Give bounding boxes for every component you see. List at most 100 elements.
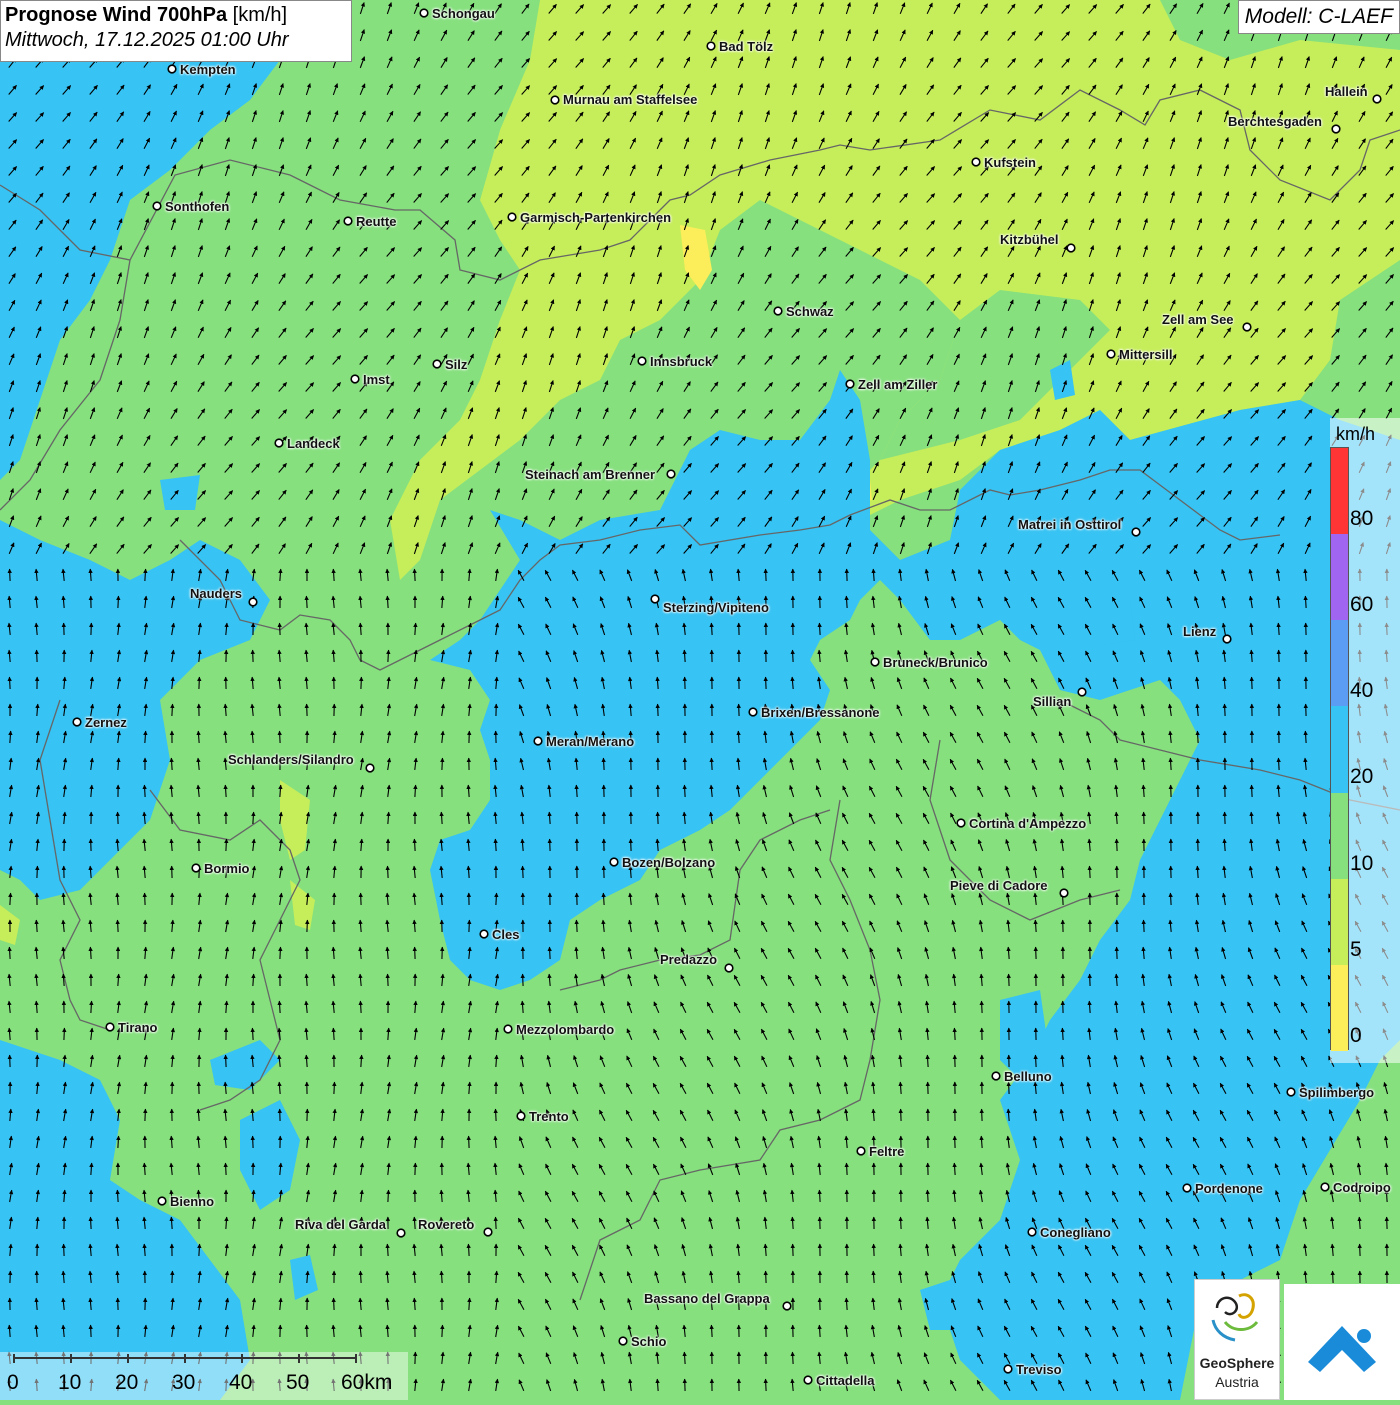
app-logo[interactable] [1284,1284,1400,1400]
city-label[interactable]: Pieve di Cadore [950,878,1048,893]
city-marker[interactable] [667,470,675,478]
city-marker[interactable] [517,1112,525,1120]
city-label[interactable]: Meran/Merano [546,734,634,749]
city-label[interactable]: Steinach am Brenner [525,467,655,482]
city-marker[interactable] [153,202,161,210]
city-label[interactable]: Bozen/Bolzano [622,855,715,870]
city-marker[interactable] [1004,1365,1012,1373]
city-label[interactable]: Mezzolombardo [516,1022,614,1037]
city-marker[interactable] [192,864,200,872]
city-label[interactable]: Kufstein [984,155,1036,170]
city-marker[interactable] [749,708,757,716]
city-label[interactable]: Nauders [190,586,242,601]
city-marker[interactable] [249,598,257,606]
city-label[interactable]: Bienno [170,1194,214,1209]
city-label[interactable]: Murnau am Staffelsee [563,92,697,107]
city-marker[interactable] [846,380,854,388]
city-marker[interactable] [871,658,879,666]
city-label[interactable]: Zernez [85,715,127,730]
city-marker[interactable] [1223,635,1231,643]
city-label[interactable]: Trento [529,1109,569,1124]
city-marker[interactable] [484,1228,492,1236]
city-marker[interactable] [1078,688,1086,696]
city-marker[interactable] [957,819,965,827]
city-label[interactable]: Brixen/Bressanone [761,705,880,720]
city-label[interactable]: Bruneck/Brunico [883,655,988,670]
city-marker[interactable] [73,718,81,726]
city-marker[interactable] [1243,323,1251,331]
city-marker[interactable] [1028,1228,1036,1236]
city-label[interactable]: Silz [445,357,467,372]
city-marker[interactable] [783,1302,791,1310]
city-marker[interactable] [1067,244,1075,252]
city-marker[interactable] [158,1197,166,1205]
city-marker[interactable] [638,357,646,365]
city-label[interactable]: Hallein [1325,84,1368,99]
city-label[interactable]: Sterzing/Vipiteno [663,600,769,615]
city-marker[interactable] [551,96,559,104]
city-label[interactable]: Kitzbühel [1000,232,1059,247]
city-label[interactable]: Pordenone [1195,1181,1263,1196]
city-label[interactable]: Treviso [1016,1362,1062,1377]
city-marker[interactable] [1107,350,1115,358]
city-label[interactable]: Mittersill [1119,347,1172,362]
city-label[interactable]: Rovereto [418,1217,474,1232]
city-marker[interactable] [972,158,980,166]
city-label[interactable]: Imst [363,372,390,387]
city-marker[interactable] [344,217,352,225]
city-label[interactable]: Bassano del Grappa [644,1291,770,1306]
city-label[interactable]: Matrei in Osttirol [1018,517,1121,532]
city-marker[interactable] [433,360,441,368]
city-label[interactable]: Codroipo [1333,1180,1391,1195]
city-label[interactable]: Feltre [869,1144,904,1159]
city-label[interactable]: Cortina d'Ampezzo [969,816,1086,831]
city-label[interactable]: Kempten [180,62,236,77]
city-label[interactable]: Predazzo [660,952,717,967]
city-marker[interactable] [774,307,782,315]
city-marker[interactable] [1373,95,1381,103]
city-marker[interactable] [707,42,715,50]
city-label[interactable]: Landeck [287,436,340,451]
city-marker[interactable] [275,439,283,447]
city-label[interactable]: Belluno [1004,1069,1052,1084]
city-label[interactable]: Schlanders/Silandro [228,752,354,767]
city-label[interactable]: Riva del Garda [295,1217,386,1232]
city-marker[interactable] [1332,125,1340,133]
city-label[interactable]: Sillian [1033,694,1071,709]
city-label[interactable]: Sonthofen [165,199,229,214]
city-marker[interactable] [1321,1183,1329,1191]
city-label[interactable]: Zell am See [1162,312,1234,327]
city-marker[interactable] [397,1229,405,1237]
city-marker[interactable] [534,737,542,745]
city-marker[interactable] [857,1147,865,1155]
city-marker[interactable] [1287,1088,1295,1096]
city-marker[interactable] [366,764,374,772]
city-marker[interactable] [1183,1184,1191,1192]
city-marker[interactable] [992,1072,1000,1080]
city-marker[interactable] [725,964,733,972]
city-label[interactable]: Tirano [118,1020,158,1035]
city-marker[interactable] [619,1337,627,1345]
city-label[interactable]: Schio [631,1334,666,1349]
city-label[interactable]: Cles [492,927,519,942]
city-marker[interactable] [804,1376,812,1384]
city-label[interactable]: Spilimbergo [1299,1085,1374,1100]
city-label[interactable]: Cittadella [816,1373,875,1388]
city-marker[interactable] [1132,528,1140,536]
city-marker[interactable] [1060,889,1068,897]
city-marker[interactable] [651,595,659,603]
city-marker[interactable] [351,375,359,383]
city-label[interactable]: Reutte [356,214,396,229]
city-label[interactable]: Zell am Ziller [858,377,937,392]
city-marker[interactable] [504,1025,512,1033]
city-label[interactable]: Bormio [204,861,250,876]
city-marker[interactable] [106,1023,114,1031]
city-marker[interactable] [420,9,428,17]
city-marker[interactable] [508,213,516,221]
city-label[interactable]: Schongau [432,6,495,21]
city-label[interactable]: Conegliano [1040,1225,1111,1240]
city-label[interactable]: Schwaz [786,304,834,319]
city-label[interactable]: Berchtesgaden [1228,114,1322,129]
city-marker[interactable] [480,930,488,938]
city-label[interactable]: Bad Tölz [719,39,773,54]
